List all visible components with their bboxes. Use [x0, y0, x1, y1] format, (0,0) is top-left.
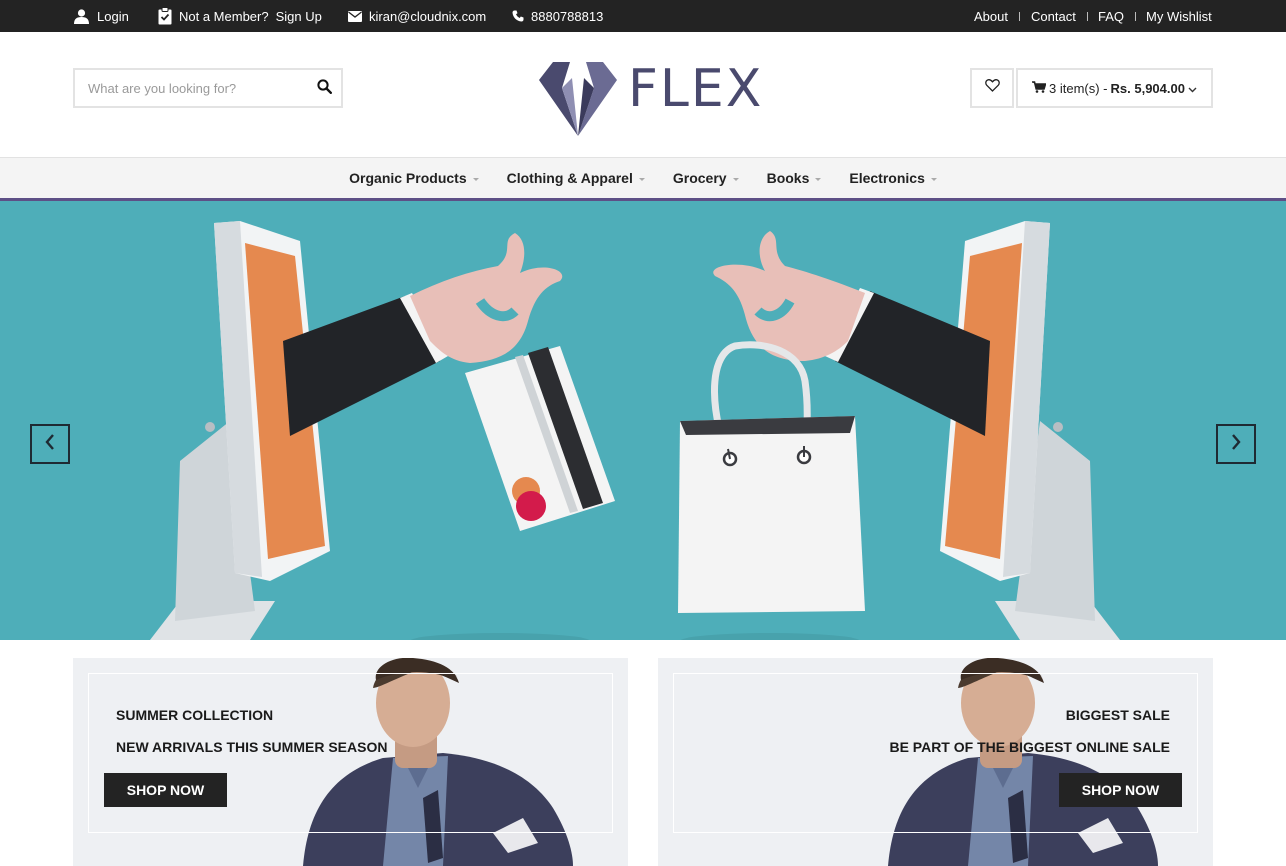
- promo-banner-sale[interactable]: BIGGEST SALE BE PART OF THE BIGGEST ONLI…: [658, 658, 1213, 866]
- nav-item-clothing-apparel[interactable]: Clothing & Apparel: [493, 170, 659, 186]
- search-input[interactable]: [75, 70, 305, 106]
- chevron-right-icon: [1230, 433, 1242, 456]
- contact-link[interactable]: Contact: [1031, 0, 1076, 32]
- nav-item-organic-products[interactable]: Organic Products: [335, 170, 492, 186]
- clipboard-icon: [158, 7, 172, 25]
- wishlist-link[interactable]: My Wishlist: [1146, 0, 1212, 32]
- nav-label: Grocery: [672, 170, 727, 186]
- caret-down-icon: [472, 177, 479, 181]
- credit-card-illustration: [465, 346, 615, 531]
- shopping-bag-illustration: [678, 341, 865, 613]
- login-link[interactable]: Login: [73, 0, 129, 32]
- banner-subtitle: NEW ARRIVALS THIS SUMMER SEASON: [116, 739, 388, 755]
- cart-icon: [1032, 80, 1047, 96]
- slider-next-button[interactable]: [1216, 424, 1256, 464]
- banner-title: BIGGEST SALE: [1065, 707, 1170, 723]
- divider: [1019, 12, 1020, 21]
- nav-item-grocery[interactable]: Grocery: [659, 170, 753, 186]
- signup-link[interactable]: Sign Up: [276, 9, 322, 24]
- about-link[interactable]: About: [974, 0, 1008, 32]
- right-arm-illustration: [713, 231, 990, 436]
- caret-down-icon: [930, 177, 937, 181]
- hero-slider: [0, 201, 1286, 640]
- shop-now-button[interactable]: SHOP NOW: [104, 773, 227, 807]
- search-box: [73, 68, 343, 108]
- slider-prev-button[interactable]: [30, 424, 70, 464]
- top-bar: Login Not a Member? Sign Up kiran@cloudn…: [0, 0, 1286, 32]
- nav-item-electronics[interactable]: Electronics: [835, 170, 950, 186]
- nav-label: Organic Products: [349, 170, 467, 186]
- nav-label: Books: [766, 170, 810, 186]
- search-button[interactable]: [313, 78, 335, 100]
- heart-icon: [984, 79, 1000, 97]
- email-group: kiran@cloudnix.com: [348, 0, 486, 32]
- banner-title: SUMMER COLLECTION: [116, 707, 274, 723]
- left-monitor-illustration: [150, 221, 330, 640]
- nav-label: Clothing & Apparel: [506, 170, 633, 186]
- logo-text: FLEX: [628, 59, 764, 119]
- envelope-icon: [348, 10, 362, 22]
- main-nav: Organic Products Clothing & Apparel Groc…: [0, 157, 1286, 201]
- site-logo[interactable]: FLEX: [536, 58, 761, 140]
- caret-down-icon: [815, 177, 822, 181]
- search-icon: [316, 79, 332, 99]
- promo-banner-summer[interactable]: SUMMER COLLECTION NEW ARRIVALS THIS SUMM…: [73, 658, 628, 866]
- about-label[interactable]: About: [974, 9, 1008, 24]
- login-label[interactable]: Login: [97, 9, 129, 24]
- hero-illustration: [150, 221, 1120, 640]
- chevron-left-icon: [44, 433, 56, 456]
- wishlist-button[interactable]: [970, 68, 1014, 108]
- wishlist-label[interactable]: My Wishlist: [1146, 9, 1212, 24]
- divider: [1135, 12, 1136, 21]
- member-text: Not a Member?: [179, 8, 269, 24]
- right-monitor-illustration: [940, 221, 1120, 640]
- contact-label[interactable]: Contact: [1031, 9, 1076, 24]
- nav-label: Electronics: [849, 170, 925, 186]
- phone-link[interactable]: 8880788813: [531, 9, 603, 24]
- cart-button[interactable]: 3 item(s) - Rs. 5,904.00: [1016, 68, 1213, 108]
- faq-link[interactable]: FAQ: [1098, 0, 1124, 32]
- divider: [1087, 12, 1088, 21]
- caret-down-icon: [732, 177, 739, 181]
- caret-down-icon: [638, 177, 645, 181]
- logo-mark: [539, 62, 617, 136]
- faq-label[interactable]: FAQ: [1098, 9, 1124, 24]
- member-group: Not a Member? Sign Up: [158, 0, 322, 32]
- banner-subtitle: BE PART OF THE BIGGEST ONLINE SALE: [889, 739, 1170, 755]
- email-link[interactable]: kiran@cloudnix.com: [369, 9, 486, 24]
- cart-total: Rs. 5,904.00: [1110, 80, 1185, 96]
- cart-count: 3 item(s) -: [1049, 80, 1108, 96]
- phone-icon: [512, 10, 524, 22]
- user-icon: [73, 8, 90, 24]
- nav-item-books[interactable]: Books: [753, 170, 836, 186]
- phone-group: 8880788813: [512, 0, 603, 32]
- chevron-down-icon: [1188, 81, 1197, 96]
- shop-now-button[interactable]: SHOP NOW: [1059, 773, 1182, 807]
